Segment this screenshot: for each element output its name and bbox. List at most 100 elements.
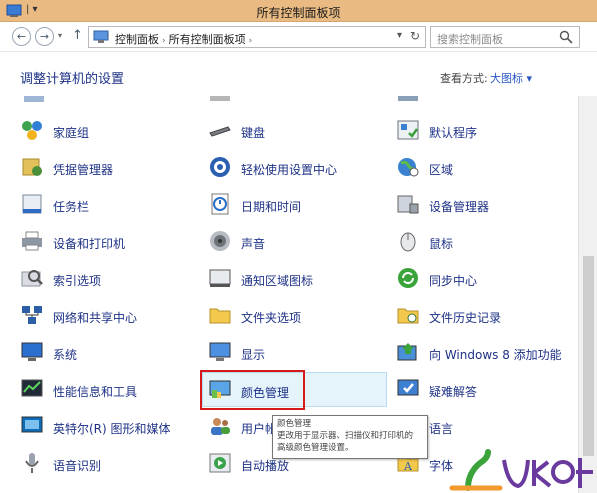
- indexing-icon: [21, 270, 43, 287]
- credential-manager-icon: [22, 158, 42, 176]
- forward-button[interactable]: →: [35, 27, 54, 46]
- item-label: 默认程序: [429, 126, 478, 140]
- partial-item-icon: [24, 96, 44, 102]
- address-box[interactable]: › 控制面板 › 所有控制面板项 › ▾ ↻: [88, 26, 426, 48]
- user-accounts-icon: [211, 418, 230, 435]
- item-folder-options[interactable]: 文件夹选项: [208, 301, 388, 331]
- performance-icon: [21, 379, 43, 397]
- file-history-icon: [397, 308, 419, 324]
- printer-icon: [22, 231, 42, 251]
- item-label: 家庭组: [53, 126, 90, 140]
- folder-icon: [209, 308, 231, 324]
- item-label: 鼠标: [429, 237, 454, 251]
- item-label: 语音识别: [53, 459, 102, 473]
- display-icon: [209, 342, 231, 361]
- item-speech-recognition[interactable]: 语音识别: [20, 449, 200, 479]
- scrollbar-thumb[interactable]: [583, 256, 594, 456]
- breadcrumb-control-panel[interactable]: 控制面板: [115, 33, 159, 46]
- recent-pages-icon[interactable]: ▾: [58, 31, 62, 40]
- item-sync-center[interactable]: 同步中心: [396, 264, 576, 294]
- item-system[interactable]: 系统: [20, 338, 200, 368]
- item-network-sharing[interactable]: 网络和共享中心: [20, 301, 200, 331]
- item-add-features[interactable]: 向 Windows 8 添加功能: [396, 338, 578, 368]
- page-title: 调整计算机的设置: [20, 72, 125, 87]
- homegroup-icon: [22, 121, 42, 140]
- partial-item-icon: [398, 96, 418, 101]
- breadcrumb-arrow-icon[interactable]: ›: [162, 36, 166, 46]
- search-placeholder: 搜索控制面板: [437, 33, 503, 46]
- network-icon: [22, 306, 42, 324]
- item-indexing-options[interactable]: 索引选项: [20, 264, 200, 294]
- item-label: 显示: [241, 348, 266, 362]
- annotation-highlight-box: [200, 370, 305, 410]
- region-icon: [398, 158, 419, 177]
- item-label: 文件历史记录: [429, 311, 502, 325]
- item-label: 凭据管理器: [53, 163, 114, 177]
- item-label: 声音: [241, 237, 266, 251]
- item-label: 向 Windows 8 添加功能: [429, 348, 562, 362]
- address-dropdown-icon[interactable]: ▾: [397, 30, 402, 41]
- item-sound[interactable]: 声音: [208, 227, 388, 257]
- breadcrumb: 控制面板 › 所有控制面板项 ›: [115, 31, 255, 47]
- item-default-programs[interactable]: 默认程序: [396, 116, 576, 146]
- autoplay-icon: [209, 453, 231, 473]
- item-display[interactable]: 显示: [208, 338, 388, 368]
- item-label: 网络和共享中心: [53, 311, 138, 325]
- search-icon[interactable]: [559, 30, 573, 44]
- address-bar: ← → ▾ ↑ › 控制面板 › 所有控制面板项 › ▾ ↻ 搜索控制面板: [0, 22, 597, 52]
- search-input[interactable]: 搜索控制面板: [430, 26, 580, 48]
- item-label: 日期和时间: [241, 200, 302, 214]
- back-button[interactable]: ←: [12, 27, 31, 46]
- item-homegroup[interactable]: 家庭组: [20, 116, 200, 146]
- notification-area-icon: [209, 269, 231, 287]
- item-device-manager[interactable]: 设备管理器: [396, 190, 576, 220]
- item-label: 索引选项: [53, 274, 102, 288]
- tooltip-line: 高级颜色管理设置。: [277, 443, 354, 453]
- taskbar-icon: [22, 194, 42, 214]
- item-keyboard[interactable]: 键盘: [208, 116, 388, 146]
- refresh-icon[interactable]: ↻: [410, 29, 420, 43]
- item-file-history[interactable]: 文件历史记录: [396, 301, 576, 331]
- system-icon: [21, 342, 43, 361]
- keyboard-icon: [209, 126, 231, 137]
- vertical-scrollbar[interactable]: [578, 96, 597, 493]
- title-bar: | ▾ 所有控制面板项: [0, 0, 597, 22]
- item-intel-graphics[interactable]: 英特尔(R) 图形和媒体: [20, 412, 200, 442]
- item-label: 设备和打印机: [53, 237, 126, 251]
- item-ease-of-access[interactable]: 轻松使用设置中心: [208, 153, 388, 183]
- add-features-icon: [397, 343, 417, 361]
- item-devices-printers[interactable]: 设备和打印机: [20, 227, 200, 257]
- breadcrumb-arrow-icon: ›: [106, 31, 110, 41]
- intel-graphics-icon: [21, 416, 43, 433]
- window-title: 所有控制面板项: [256, 6, 341, 20]
- item-label: 轻松使用设置中心: [241, 163, 338, 177]
- troubleshooting-icon: [397, 379, 419, 396]
- item-label: 任务栏: [53, 200, 90, 214]
- mouse-icon: [400, 232, 416, 252]
- item-tooltip: 颜色管理 更改用于显示器、扫描仪和打印机的 高级颜色管理设置。: [272, 415, 428, 459]
- item-taskbar[interactable]: 任务栏: [20, 190, 200, 220]
- breadcrumb-all-items[interactable]: 所有控制面板项: [169, 33, 246, 46]
- default-programs-icon: [397, 120, 419, 140]
- up-button[interactable]: ↑: [72, 28, 83, 43]
- item-notification-icons[interactable]: 通知区域图标: [208, 264, 388, 294]
- ease-of-access-icon: [210, 157, 230, 177]
- date-time-icon: [211, 193, 229, 215]
- item-date-time[interactable]: 日期和时间: [208, 190, 388, 220]
- item-label: 语言: [429, 422, 454, 436]
- item-credential-manager[interactable]: 凭据管理器: [20, 153, 200, 183]
- sync-center-icon: [398, 268, 418, 288]
- breadcrumb-arrow-icon[interactable]: ›: [249, 36, 253, 46]
- view-by-dropdown[interactable]: 大图标 ▾: [490, 70, 532, 86]
- item-label: 同步中心: [429, 274, 478, 288]
- partial-item-icon: [210, 96, 230, 101]
- item-label: 自动播放: [241, 459, 290, 473]
- item-troubleshooting[interactable]: 疑难解答: [396, 375, 576, 405]
- watermark-logo: [449, 449, 593, 491]
- item-region[interactable]: 区域: [396, 153, 576, 183]
- item-mouse[interactable]: 鼠标: [396, 227, 576, 257]
- tooltip-title: 颜色管理: [277, 419, 312, 429]
- content-header: 调整计算机的设置 查看方式: 大图标 ▾: [0, 52, 597, 96]
- item-performance[interactable]: 性能信息和工具: [20, 375, 200, 405]
- item-label: 性能信息和工具: [53, 385, 138, 399]
